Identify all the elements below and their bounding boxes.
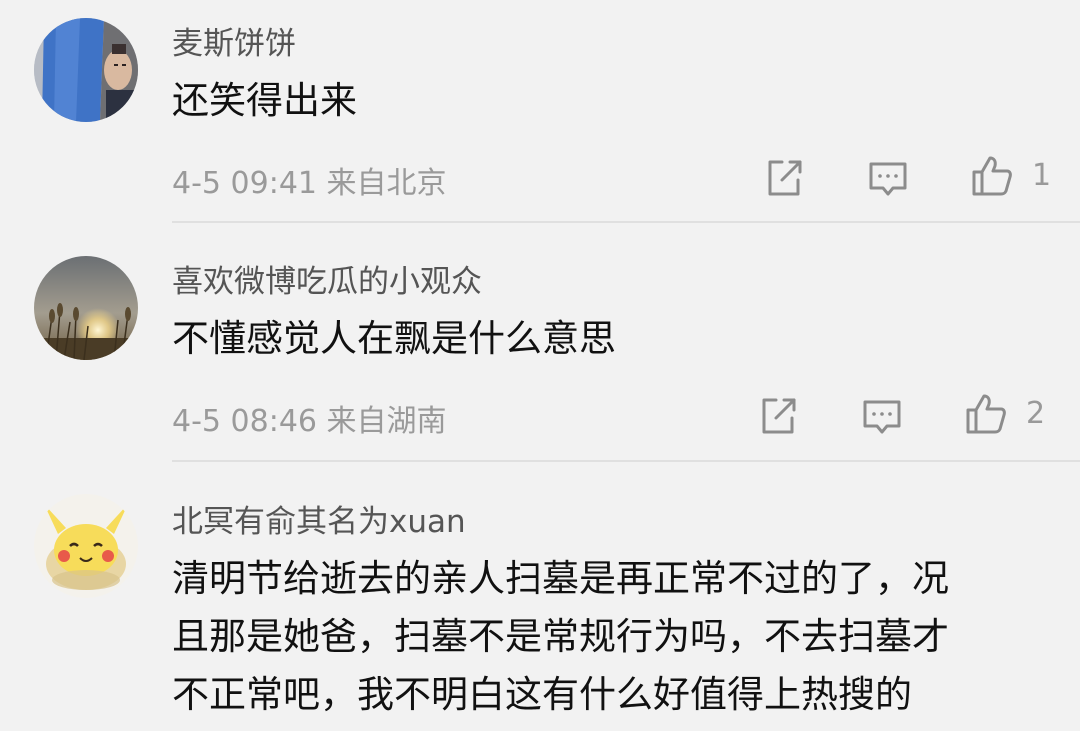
username[interactable]: 喜欢微博吃瓜的小观众 xyxy=(172,256,482,301)
comment-text: 不懂感觉人在飘是什么意思 xyxy=(172,317,616,360)
comment-text-line: 且那是她爸，扫墓不是常规行为吗，不去扫墓才 xyxy=(172,615,949,658)
divider xyxy=(172,460,1080,462)
avatar[interactable] xyxy=(34,256,138,360)
repost-icon[interactable] xyxy=(756,394,800,438)
username[interactable]: 北冥有俞其名为xuan xyxy=(172,496,466,541)
like-icon[interactable] xyxy=(970,154,1014,198)
comment-icon[interactable] xyxy=(866,156,910,200)
comment-meta: 4-5 08:46 来自湖南 xyxy=(172,404,447,439)
like-icon[interactable] xyxy=(964,392,1008,436)
comment-meta: 4-5 09:41 来自北京 xyxy=(172,166,447,201)
username[interactable]: 麦斯饼饼 xyxy=(172,18,296,63)
like-count: 2 xyxy=(1026,396,1046,431)
pikachu-icon xyxy=(34,494,138,598)
comment-text-line: 不正常吧，我不明白这有什么好值得上热搜的 xyxy=(172,673,912,716)
person-with-blue-cloth-icon xyxy=(34,18,138,122)
divider xyxy=(172,221,1080,223)
like-count: 1 xyxy=(1032,158,1052,193)
avatar[interactable] xyxy=(34,494,138,598)
sunset-reeds-icon xyxy=(34,256,138,360)
repost-icon[interactable] xyxy=(762,156,806,200)
comment-text: 还笑得出来 xyxy=(172,79,357,122)
comment-icon[interactable] xyxy=(860,394,904,438)
comment-text-line: 清明节给逝去的亲人扫墓是再正常不过的了，况 xyxy=(172,557,949,600)
avatar[interactable] xyxy=(34,18,138,122)
